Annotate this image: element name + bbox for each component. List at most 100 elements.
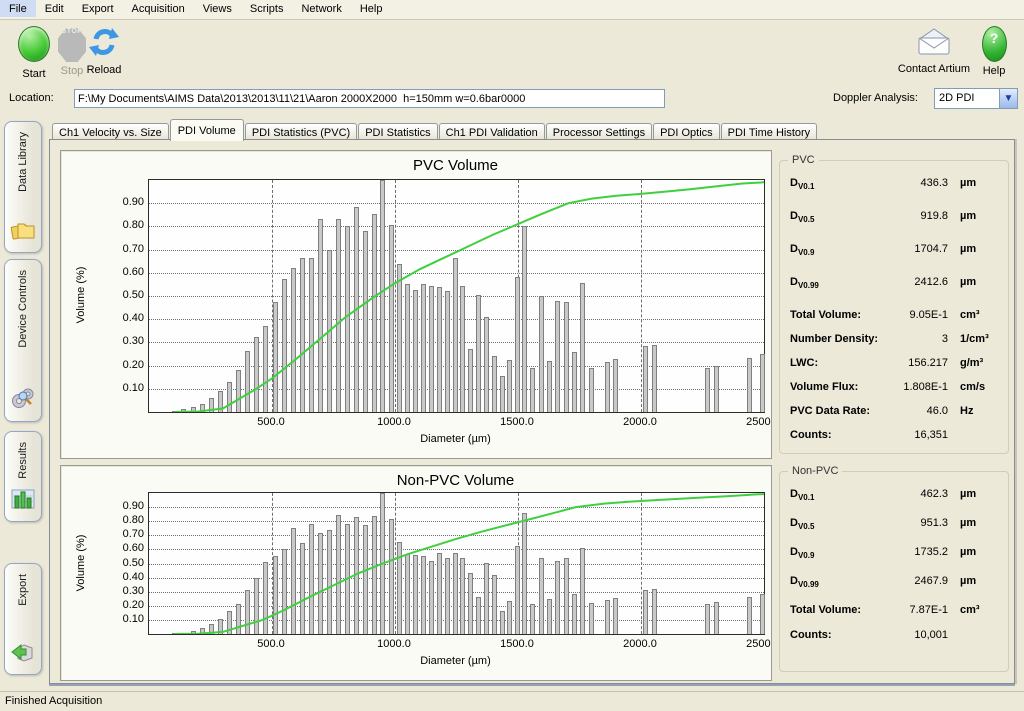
stat-value: 46.0 [884,405,948,417]
x-tick-label: 2000.0 [614,416,666,428]
x-tick-label: 1500.0 [491,416,543,428]
menu-help[interactable]: Help [351,0,392,17]
doppler-analysis-select[interactable]: 2D PDI ▼ [934,88,1018,109]
stat-unit: µm [960,575,1000,587]
stat-row: Number Density:3 1/cm³ [790,333,1000,357]
menu-file[interactable]: File [0,0,36,17]
menu-network[interactable]: Network [292,0,350,17]
tab-strip: Ch1 Velocity vs. SizePDI VolumePDI Stati… [52,119,818,140]
stat-row: DV0.1462.3µm [790,488,1000,517]
y-tick-label: 0.70 [106,243,144,255]
sidebar-item-results[interactable]: Results [4,431,42,522]
location-label: Location: [9,92,54,104]
non-pvc-chart-title: Non-PVC Volume [148,472,763,489]
stat-row: LWC:156.217 g/m³ [790,357,1000,381]
sidebar-item-device-controls[interactable]: Device Controls [4,259,42,422]
y-tick-label: 0.60 [106,266,144,278]
stat-value: 1735.2 [884,546,948,558]
y-tick-label: 0.90 [106,500,144,512]
stat-label: Counts: [790,629,884,641]
x-tick-label: 500.0 [245,416,297,428]
stat-label: DV0.99 [790,276,884,290]
contact-artium-button[interactable]: Contact Artium [894,24,974,75]
stat-value: 7.87E-1 [884,604,948,616]
stat-value: 1704.7 [884,243,948,255]
stat-label: Volume Flux: [790,381,884,393]
stat-label: Total Volume: [790,604,884,616]
stat-unit: µm [960,546,1000,558]
cumulative-line [149,180,764,412]
tab-pdi-volume[interactable]: PDI Volume [170,119,244,141]
status-text: Finished Acquisition [5,695,102,707]
y-tick-label: 0.50 [106,289,144,301]
location-input[interactable] [74,89,665,108]
sidebar-item-label: Device Controls [17,270,29,348]
stat-unit: µm [960,517,1000,529]
y-tick-label: 0.40 [106,312,144,324]
stat-unit: cm/s [960,381,1000,393]
menu-export[interactable]: Export [73,0,123,17]
stat-label: LWC: [790,357,884,369]
y-tick-label: 0.30 [106,335,144,347]
gears-icon [10,386,36,413]
non-pvc-x-axis-label: Diameter (µm) [420,655,491,667]
sidebar-item-export[interactable]: Export [4,563,42,675]
pvc-x-axis-label: Diameter (µm) [420,433,491,445]
x-tick-label: 1000.0 [368,416,420,428]
doppler-analysis-label: Doppler Analysis: [833,92,918,104]
stat-unit: cm³ [960,309,1000,321]
y-tick-label: 0.80 [106,219,144,231]
menu-acquisition[interactable]: Acquisition [123,0,194,17]
stat-row: DV0.5951.3µm [790,517,1000,546]
export-icon [10,641,36,666]
y-tick-label: 0.20 [106,359,144,371]
stat-value: 16,351 [884,429,948,441]
y-tick-label: 0.10 [106,382,144,394]
stat-unit: µm [960,276,1000,288]
stat-value: 436.3 [884,177,948,189]
non-pvc-plot-area [148,492,765,635]
chevron-down-icon[interactable]: ▼ [999,89,1017,108]
stat-unit: Hz [960,405,1000,417]
stat-unit: µm [960,243,1000,255]
stat-value: 3 [884,333,948,345]
help-icon: ? [982,26,1007,62]
y-tick-label: 0.90 [106,196,144,208]
cumulative-line [149,493,764,634]
contact-artium-label: Contact Artium [894,63,974,75]
bar-chart-icon [11,488,35,513]
menu-views[interactable]: Views [194,0,241,17]
non-pvc-y-axis-label: Volume (%) [75,534,87,591]
menu-edit[interactable]: Edit [36,0,73,17]
x-tick-label: 2000.0 [614,638,666,650]
stat-value: 10,001 [884,629,948,641]
stat-unit: µm [960,177,1000,189]
sidebar-item-data-library[interactable]: Data Library [4,121,42,253]
menu-bar: FileEditExportAcquisitionViewsScriptsNet… [0,0,1024,20]
stat-row: DV0.91704.7µm [790,243,1000,276]
stat-value: 951.3 [884,517,948,529]
stat-value: 462.3 [884,488,948,500]
reload-button[interactable]: Reload [76,24,132,76]
stat-value: 156.217 [884,357,948,369]
reload-icon [88,26,120,60]
envelope-icon [916,26,952,60]
non-pvc-stats-panel: Non-PVC DV0.1462.3µmDV0.5951.3µmDV0.9173… [779,471,1009,672]
help-button-label: Help [974,65,1014,77]
sidebar-item-label: Export [17,574,29,606]
pvc-chart-title: PVC Volume [148,157,763,174]
stat-label: Number Density: [790,333,884,345]
y-tick-label: 0.80 [106,514,144,526]
menu-scripts[interactable]: Scripts [241,0,293,17]
stat-unit: g/m³ [960,357,1000,369]
sidebar-item-label: Data Library [17,132,29,192]
y-tick-label: 0.20 [106,599,144,611]
status-bar: Finished Acquisition [0,691,1024,711]
stat-unit: 1/cm³ [960,333,1000,345]
stat-label: DV0.1 [790,488,884,502]
stat-row: DV0.992467.9µm [790,575,1000,604]
x-tick-label: 500.0 [245,638,297,650]
help-button[interactable]: ? Help [974,24,1014,77]
sidebar-item-label: Results [17,442,29,479]
stat-row: DV0.5919.8µm [790,210,1000,243]
